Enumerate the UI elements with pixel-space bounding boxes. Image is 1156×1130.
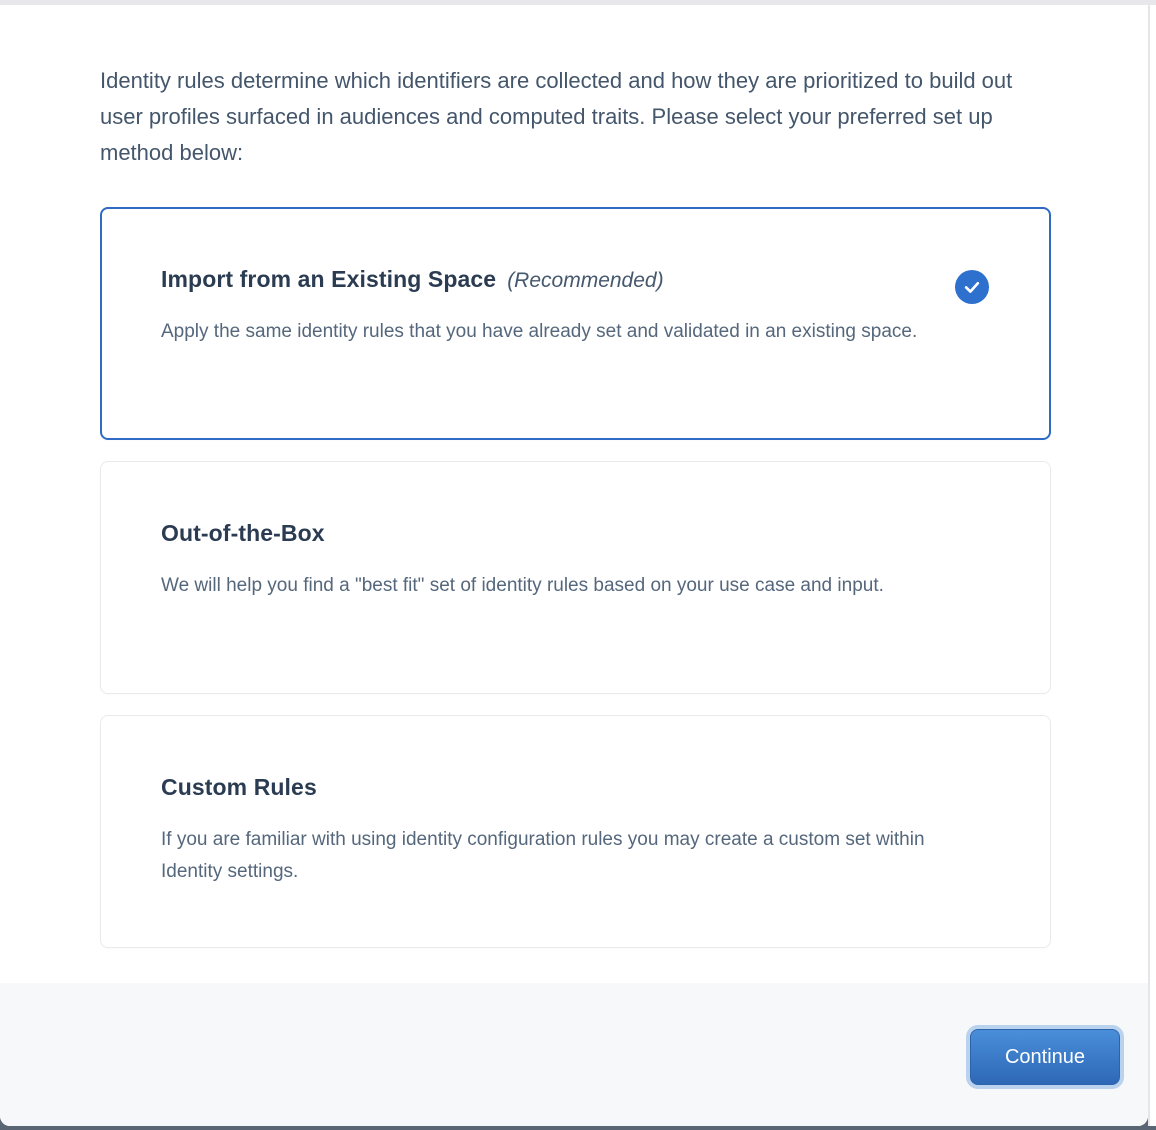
option-description: Apply the same identity rules that you h… <box>161 316 961 348</box>
option-card-custom-rules[interactable]: Custom Rules If you are familiar with us… <box>100 715 1051 948</box>
option-title-row: Import from an Existing Space (Recommend… <box>161 264 990 294</box>
modal-right-gutter <box>1150 5 1156 1126</box>
option-description: If you are familiar with using identity … <box>161 824 961 888</box>
option-title: Custom Rules <box>161 772 317 802</box>
option-title: Out-of-the-Box <box>161 518 325 548</box>
intro-text: Identity rules determine which identifie… <box>100 63 1040 171</box>
recommended-badge: (Recommended) <box>507 269 663 293</box>
option-description: We will help you find a "best fit" set o… <box>161 570 961 602</box>
option-title-row: Out-of-the-Box <box>161 518 990 548</box>
dialog-body: Identity rules determine which identifie… <box>0 5 1148 983</box>
option-card-import-existing-space[interactable]: Import from an Existing Space (Recommend… <box>100 207 1051 440</box>
option-card-out-of-the-box[interactable]: Out-of-the-Box We will help you find a "… <box>100 461 1051 694</box>
option-title: Import from an Existing Space <box>161 264 496 294</box>
continue-button[interactable]: Continue <box>970 1029 1120 1085</box>
modal-right-edge-divider <box>1148 5 1150 1126</box>
option-title-row: Custom Rules <box>161 772 990 802</box>
check-icon <box>955 270 989 304</box>
identity-rules-setup-dialog: Identity rules determine which identifie… <box>0 5 1148 1126</box>
dialog-footer: Continue <box>0 983 1148 1126</box>
